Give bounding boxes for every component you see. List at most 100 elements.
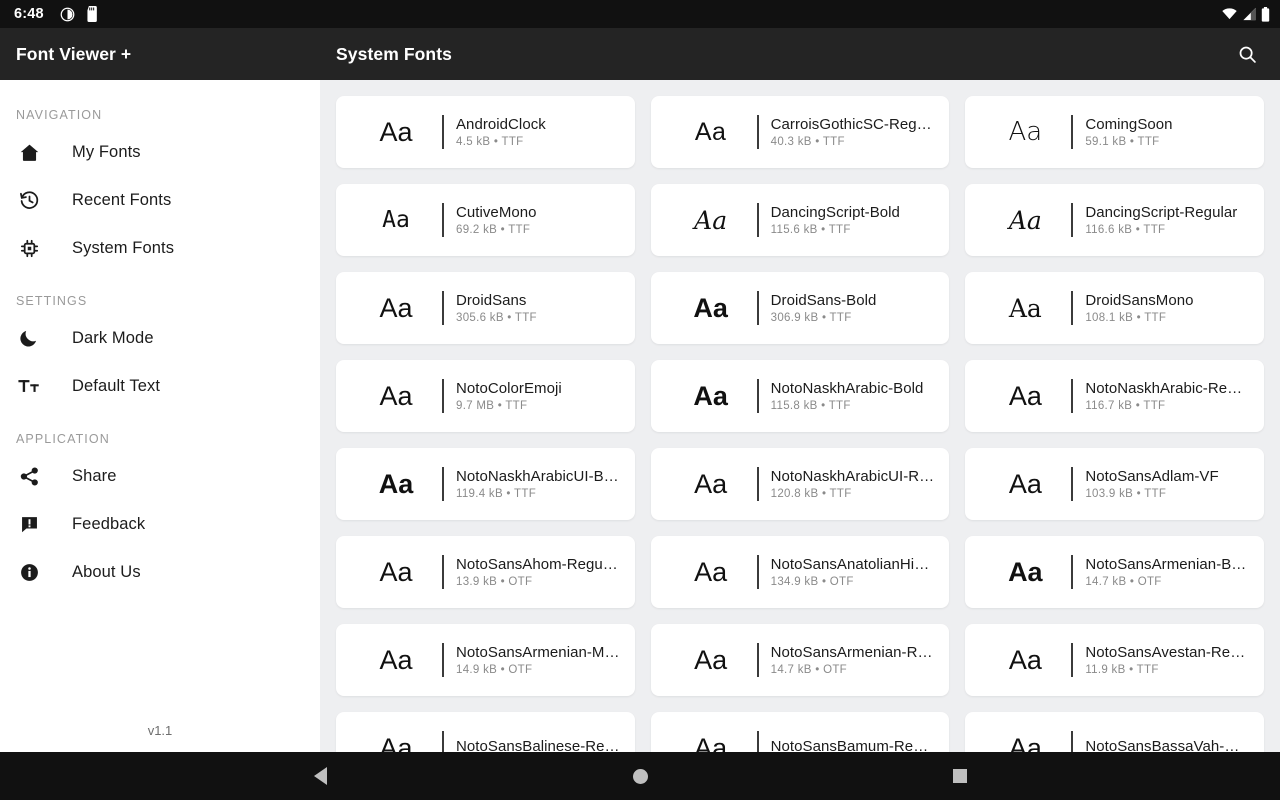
font-name: NotoSansArmenian-R… bbox=[770, 644, 933, 661]
font-card-text: NotoSansAdlam-VF 103.9 kB • TTF bbox=[1085, 468, 1218, 500]
font-grid: Aa AndroidClock 4.5 kB • TTF Aa CarroisGothi… bbox=[336, 96, 1264, 752]
font-card[interactable]: Aa DroidSansMono 108.1 kB • TTF bbox=[965, 272, 1264, 344]
font-card[interactable]: Aa DroidSans 305.6 kB • TTF bbox=[336, 272, 635, 344]
font-list-scroll[interactable]: Aa AndroidClock 4.5 kB • TTF Aa CarroisGothi… bbox=[320, 80, 1280, 752]
font-meta: 115.8 kB • TTF bbox=[770, 400, 851, 412]
font-meta: 9.7 MB • TTF bbox=[456, 400, 528, 412]
font-preview-text: Aa bbox=[694, 734, 728, 753]
card-divider bbox=[442, 467, 444, 501]
sidebar-item-feedback[interactable]: Feedback bbox=[0, 500, 320, 548]
search-button[interactable] bbox=[1230, 37, 1264, 71]
font-name: NotoSansBassaVah-R… bbox=[1085, 738, 1250, 752]
font-meta: 120.8 kB • TTF bbox=[770, 488, 852, 500]
font-card[interactable]: Aa DroidSans-Bold 306.9 kB • TTF bbox=[650, 272, 950, 344]
font-card-text: DancingScript-Bold 115.6 kB • TTF bbox=[771, 204, 900, 236]
font-card[interactable]: Aa NotoSansBalinese-Re… bbox=[336, 712, 635, 752]
history-icon bbox=[16, 190, 42, 211]
card-divider bbox=[1071, 731, 1074, 752]
font-name: NotoSansAvestan-Re… bbox=[1085, 644, 1246, 661]
font-preview-text: Aa bbox=[694, 646, 728, 674]
font-card[interactable]: Aa NotoSansBassaVah-R… bbox=[965, 712, 1264, 752]
wifi-icon bbox=[1222, 8, 1237, 20]
font-card[interactable]: Aa NotoSansAnatolianHi… 134.9 kB • OTF bbox=[650, 536, 950, 608]
sidebar-item-about-us[interactable]: About Us bbox=[0, 548, 320, 596]
font-preview-text: Aa bbox=[379, 294, 413, 322]
font-card-text: NotoColorEmoji 9.7 MB • TTF bbox=[456, 380, 562, 412]
font-card[interactable]: Aa NotoSansArmenian-B… 14.7 kB • OTF bbox=[965, 536, 1264, 608]
card-divider bbox=[442, 643, 444, 677]
font-meta: 115.6 kB • TTF bbox=[770, 224, 851, 236]
sidebar-item-dark-mode[interactable]: Dark Mode bbox=[0, 314, 320, 362]
font-preview-text: Aa bbox=[379, 558, 413, 586]
font-preview-text: Aa bbox=[1008, 646, 1042, 674]
font-card[interactable]: Aa NotoSansAdlam-VF 103.9 kB • TTF bbox=[965, 448, 1264, 520]
back-triangle-icon bbox=[313, 767, 327, 785]
font-card[interactable]: Aa NotoSansArmenian-M… 14.9 kB • OTF bbox=[336, 624, 635, 696]
font-card[interactable]: Aa DancingScript-Regular 116.6 kB • TTF bbox=[965, 184, 1264, 256]
font-preview-text: Aa bbox=[379, 734, 413, 753]
font-meta: 40.3 kB • TTF bbox=[770, 136, 845, 148]
card-divider bbox=[442, 731, 444, 752]
font-card[interactable]: Aa NotoNaskhArabicUI-B… 119.4 kB • TTF bbox=[336, 448, 635, 520]
font-card[interactable]: Aa NotoSansBamum-Reg… bbox=[650, 712, 950, 753]
battery-icon bbox=[1261, 6, 1270, 22]
font-card-text: DroidSans 305.6 kB • TTF bbox=[456, 292, 537, 324]
card-divider bbox=[756, 555, 759, 589]
sd-card-icon bbox=[87, 6, 97, 22]
font-card-text: NotoNaskhArabic-Bold 115.8 kB • TTF bbox=[771, 380, 924, 412]
card-divider bbox=[1071, 643, 1074, 677]
sidebar-item-system-fonts[interactable]: System Fonts bbox=[0, 224, 320, 272]
font-card[interactable]: Aa CutiveMono 69.2 kB • TTF bbox=[336, 184, 635, 256]
cell-signal-icon bbox=[1243, 7, 1256, 21]
font-meta: 59.1 kB • TTF bbox=[1085, 136, 1160, 148]
sidebar-item-recent-fonts[interactable]: Recent Fonts bbox=[0, 176, 320, 224]
sidebar-item-default-text[interactable]: Default Text bbox=[0, 362, 320, 410]
font-card-text: NotoSansAvestan-Re… 11.9 kB • TTF bbox=[1085, 644, 1245, 676]
font-preview-text: Aa bbox=[694, 558, 728, 586]
card-divider bbox=[756, 291, 759, 325]
font-name: DancingScript-Regular bbox=[1085, 204, 1238, 221]
font-card[interactable]: Aa NotoSansAvestan-Re… 11.9 kB • TTF bbox=[965, 624, 1264, 696]
share-icon bbox=[16, 466, 42, 487]
font-card[interactable]: Aa NotoSansAhom-Regul… 13.9 kB • OTF bbox=[336, 536, 635, 608]
app-version: v1.1 bbox=[147, 723, 173, 738]
font-card[interactable]: Aa NotoNaskhArabic-Reg… 116.7 kB • TTF bbox=[965, 360, 1264, 432]
sidebar-item-label: Dark Mode bbox=[72, 328, 154, 347]
font-card[interactable]: Aa CarroisGothicSC-Regul… 40.3 kB • TTF bbox=[650, 96, 950, 168]
font-card[interactable]: Aa DancingScript-Bold 115.6 kB • TTF bbox=[650, 184, 950, 256]
font-card[interactable]: Aa NotoColorEmoji 9.7 MB • TTF bbox=[336, 360, 635, 432]
home-button[interactable] bbox=[610, 756, 670, 796]
sidebar-item-share[interactable]: Share bbox=[0, 452, 320, 500]
font-card-text: NotoNaskhArabicUI-B… 119.4 kB • TTF bbox=[456, 468, 619, 500]
font-card[interactable]: Aa NotoSansArmenian-R… 14.7 kB • OTF bbox=[650, 624, 950, 696]
status-right-icons bbox=[1221, 6, 1270, 22]
sidebar-item-my-fonts[interactable]: My Fonts bbox=[0, 128, 320, 176]
font-meta: 11.9 kB • TTF bbox=[1085, 664, 1159, 676]
font-preview-text: Aa bbox=[1008, 734, 1042, 753]
sidebar-item-label: About Us bbox=[72, 562, 141, 581]
recents-button[interactable] bbox=[930, 756, 990, 796]
font-card-text: ComingSoon 59.1 kB • TTF bbox=[1085, 116, 1172, 148]
card-divider bbox=[442, 115, 444, 149]
font-card[interactable]: Aa ComingSoon 59.1 kB • TTF bbox=[965, 96, 1264, 168]
font-preview-text: Aa bbox=[379, 646, 413, 674]
section-label-application: APPLICATION bbox=[16, 432, 110, 446]
font-card[interactable]: Aa AndroidClock 4.5 kB • TTF bbox=[336, 96, 635, 168]
card-divider bbox=[1071, 291, 1074, 325]
font-card[interactable]: Aa NotoNaskhArabic-Bold 115.8 kB • TTF bbox=[650, 360, 950, 432]
card-divider bbox=[1071, 467, 1074, 501]
font-card-text: NotoNaskhArabic-Reg… 116.7 kB • TTF bbox=[1085, 380, 1250, 412]
card-divider bbox=[442, 379, 444, 413]
sidebar-item-label: Feedback bbox=[72, 514, 146, 533]
font-card[interactable]: Aa NotoNaskhArabicUI-R… 120.8 kB • TTF bbox=[650, 448, 950, 520]
back-button[interactable] bbox=[290, 756, 350, 796]
font-name: DancingScript-Bold bbox=[770, 204, 900, 221]
font-meta: 305.6 kB • TTF bbox=[456, 312, 537, 324]
card-divider bbox=[1071, 379, 1074, 413]
app-root: 6:48 Font Viewer + NAVIGATION My Fonts R… bbox=[0, 0, 1280, 800]
card-divider bbox=[756, 203, 759, 237]
font-meta: 119.4 kB • TTF bbox=[456, 488, 537, 500]
font-card-text: NotoSansArmenian-M… 14.9 kB • OTF bbox=[456, 644, 620, 676]
card-divider bbox=[442, 203, 444, 237]
font-name: NotoSansArmenian-M… bbox=[456, 644, 620, 661]
